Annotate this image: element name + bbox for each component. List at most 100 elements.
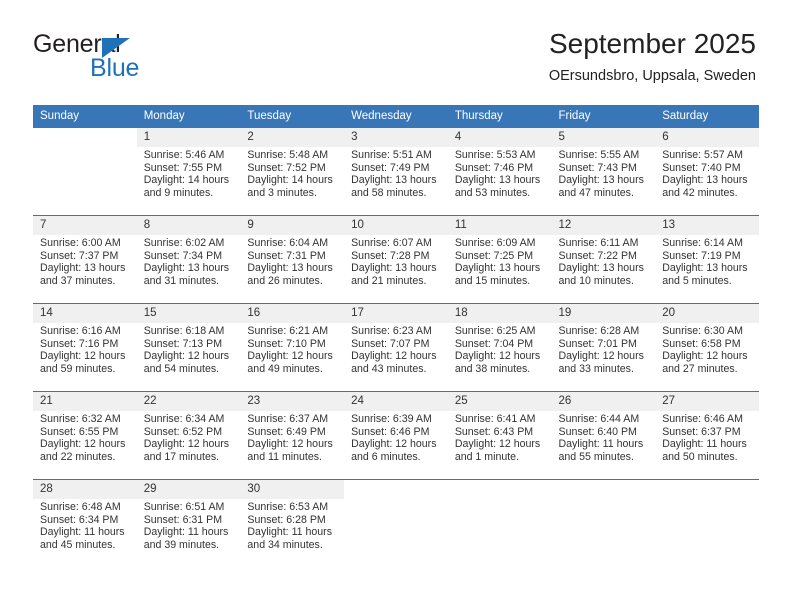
- day-number: 30: [240, 480, 345, 499]
- page-header: General Blue September 2025 OErsundsbro,…: [0, 0, 792, 105]
- sunrise-text: Sunrise: 6:09 AM: [454, 237, 536, 249]
- daylight-text-line2: and 58 minutes.: [351, 186, 427, 199]
- daylight-text-line1: Daylight: 12 hours: [40, 438, 126, 451]
- calendar-day-cell[interactable]: 17 Sunrise: 6:23 AM Sunset: 7:07 PM Dayligh…: [344, 303, 448, 392]
- daylight-text-line1: Daylight: 12 hours: [558, 350, 644, 363]
- day-details: Sunrise: 6:37 AM Sunset: 6:49 PM Daylight:…: [240, 411, 344, 463]
- day-number: 9: [240, 216, 345, 235]
- calendar-day-cell[interactable]: 29 Sunrise: 6:51 AM Sunset: 6:31 PM Dayligh…: [136, 479, 241, 568]
- calendar-day-cell[interactable]: 1 Sunrise: 5:46 AM Sunset: 7:55 PM Daylight…: [136, 127, 241, 216]
- sunrise-text: Sunrise: 6:04 AM: [247, 237, 329, 249]
- calendar-day-cell[interactable]: 5 Sunrise: 5:55 AM Sunset: 7:43 PM Daylight…: [551, 127, 656, 216]
- calendar-day-cell[interactable]: 8 Sunrise: 6:02 AM Sunset: 7:34 PM Daylight…: [136, 215, 241, 304]
- sunrise-text: Sunrise: 6:14 AM: [662, 237, 743, 249]
- day-details: Sunrise: 6:21 AM Sunset: 7:10 PM Daylight:…: [240, 323, 344, 375]
- calendar-day-cell[interactable]: 22 Sunrise: 6:34 AM Sunset: 6:52 PM Dayligh…: [136, 391, 241, 480]
- calendar-day-cell[interactable]: 14 Sunrise: 6:16 AM Sunset: 7:16 PM Dayligh…: [33, 303, 137, 392]
- calendar-day-cell[interactable]: 24 Sunrise: 6:39 AM Sunset: 6:46 PM Dayligh…: [344, 391, 448, 480]
- calendar-day-cell[interactable]: 3 Sunrise: 5:51 AM Sunset: 7:49 PM Daylight…: [344, 127, 448, 216]
- daylight-text-line2: and 27 minutes.: [662, 362, 738, 375]
- sunrise-text: Sunrise: 5:53 AM: [454, 149, 536, 161]
- sunset-text: Sunset: 7:19 PM: [662, 249, 741, 262]
- calendar-day-cell[interactable]: 12 Sunrise: 6:11 AM Sunset: 7:22 PM Dayligh…: [551, 215, 656, 304]
- day-number: 6: [655, 128, 759, 147]
- sunset-text: Sunset: 7:40 PM: [662, 161, 741, 174]
- calendar-day-cell[interactable]: 11 Sunrise: 6:09 AM Sunset: 7:25 PM Dayligh…: [447, 215, 552, 304]
- calendar-day-cell[interactable]: 27 Sunrise: 6:46 AM Sunset: 6:37 PM Dayligh…: [655, 391, 759, 480]
- day-details: Sunrise: 5:46 AM Sunset: 7:55 PM Daylight:…: [137, 147, 241, 199]
- daylight-text-line1: Daylight: 13 hours: [247, 262, 333, 275]
- calendar-day-cell[interactable]: 15 Sunrise: 6:18 AM Sunset: 7:13 PM Dayligh…: [136, 303, 241, 392]
- day-details: Sunrise: 6:46 AM Sunset: 6:37 PM Daylight:…: [655, 411, 759, 463]
- calendar-day-cell[interactable]: 25 Sunrise: 6:41 AM Sunset: 6:43 PM Dayligh…: [447, 391, 552, 480]
- sunrise-text: Sunrise: 6:23 AM: [351, 325, 432, 337]
- daylight-text-line2: and 1 minute.: [454, 450, 520, 463]
- day-details: Sunrise: 6:48 AM Sunset: 6:34 PM Daylight:…: [33, 499, 137, 551]
- sunset-text: Sunset: 7:22 PM: [558, 249, 637, 262]
- calendar-day-cell[interactable]: 4 Sunrise: 5:53 AM Sunset: 7:46 PM Daylight…: [447, 127, 552, 216]
- daylight-text-line2: and 49 minutes.: [247, 362, 323, 375]
- day-number: 10: [344, 216, 448, 235]
- calendar-day-cell[interactable]: 28 Sunrise: 6:48 AM Sunset: 6:34 PM Dayligh…: [33, 479, 137, 568]
- calendar-day-cell[interactable]: 6 Sunrise: 5:57 AM Sunset: 7:40 PM Daylight…: [655, 127, 759, 216]
- day-details: Sunrise: 6:39 AM Sunset: 6:46 PM Daylight:…: [344, 411, 448, 463]
- calendar-day-cell[interactable]: 9 Sunrise: 6:04 AM Sunset: 7:31 PM Daylight…: [240, 215, 345, 304]
- sunset-text: Sunset: 7:01 PM: [558, 337, 637, 350]
- title-block: September 2025 OErsundsbro, Uppsala, Swe…: [549, 26, 756, 86]
- day-number: 26: [551, 392, 656, 411]
- day-details: Sunrise: 5:48 AM Sunset: 7:52 PM Daylight:…: [240, 147, 344, 199]
- sunrise-text: Sunrise: 6:00 AM: [40, 237, 121, 249]
- day-number: 25: [447, 392, 552, 411]
- calendar-day-cell[interactable]: 21 Sunrise: 6:32 AM Sunset: 6:55 PM Dayligh…: [33, 391, 137, 480]
- calendar-header-row: Sunday Monday Tuesday Wednesday Thursday…: [33, 105, 759, 128]
- daylight-text-line1: Daylight: 12 hours: [247, 350, 333, 363]
- day-number: 11: [447, 216, 552, 235]
- calendar-day-cell[interactable]: 20 Sunrise: 6:30 AM Sunset: 6:58 PM Dayligh…: [655, 303, 759, 392]
- sunset-text: Sunset: 6:55 PM: [40, 425, 119, 438]
- general-blue-logo[interactable]: General Blue: [33, 30, 183, 90]
- daylight-text-line2: and 21 minutes.: [351, 274, 427, 287]
- sunset-text: Sunset: 7:04 PM: [454, 337, 534, 350]
- calendar-day-cell[interactable]: 19 Sunrise: 6:28 AM Sunset: 7:01 PM Dayligh…: [551, 303, 656, 392]
- calendar-week-row: 28 Sunrise: 6:48 AM Sunset: 6:34 PM Dayligh…: [33, 479, 759, 568]
- page-subtitle: OErsundsbro, Uppsala, Sweden: [548, 68, 756, 84]
- day-number: 17: [344, 304, 448, 323]
- calendar-day-cell[interactable]: 2 Sunrise: 5:48 AM Sunset: 7:52 PM Daylight…: [240, 127, 345, 216]
- daylight-text-line2: and 37 minutes.: [40, 274, 116, 287]
- calendar-day-cell[interactable]: 18 Sunrise: 6:25 AM Sunset: 7:04 PM Dayligh…: [447, 303, 552, 392]
- calendar-day-cell[interactable]: 10 Sunrise: 6:07 AM Sunset: 7:28 PM Dayligh…: [344, 215, 448, 304]
- logo-text-blue: Blue: [90, 54, 140, 82]
- day-details: Sunrise: 6:00 AM Sunset: 7:37 PM Daylight:…: [33, 235, 137, 287]
- sunrise-text: Sunrise: 6:32 AM: [40, 413, 121, 425]
- sunset-text: Sunset: 7:31 PM: [247, 249, 326, 262]
- sunset-text: Sunset: 7:34 PM: [143, 249, 223, 262]
- calendar-day-cell[interactable]: 23 Sunrise: 6:37 AM Sunset: 6:49 PM Dayligh…: [240, 391, 345, 480]
- calendar-day-cell[interactable]: 30 Sunrise: 6:53 AM Sunset: 6:28 PM Dayligh…: [240, 479, 345, 568]
- calendar-week-row: 14 Sunrise: 6:16 AM Sunset: 7:16 PM Dayligh…: [33, 303, 759, 392]
- calendar-day-cell[interactable]: 7 Sunrise: 6:00 AM Sunset: 7:37 PM Daylight…: [33, 215, 137, 304]
- weekday-header-friday: Friday: [551, 105, 656, 128]
- sunrise-text: Sunrise: 6:44 AM: [558, 413, 640, 425]
- day-number: 3: [344, 128, 448, 147]
- day-details: Sunrise: 6:53 AM Sunset: 6:28 PM Daylight:…: [240, 499, 344, 551]
- sunset-text: Sunset: 6:40 PM: [558, 425, 637, 438]
- day-number: 15: [136, 304, 241, 323]
- day-number: 27: [655, 392, 759, 411]
- sunrise-text: Sunrise: 6:48 AM: [40, 501, 121, 513]
- calendar-day-cell[interactable]: 26 Sunrise: 6:44 AM Sunset: 6:40 PM Dayligh…: [551, 391, 656, 480]
- daylight-text-line2: and 5 minutes.: [662, 274, 732, 287]
- sunrise-text: Sunrise: 5:51 AM: [351, 149, 432, 161]
- daylight-text-line2: and 38 minutes.: [454, 362, 531, 375]
- day-details: Sunrise: 6:51 AM Sunset: 6:31 PM Daylight:…: [137, 499, 241, 551]
- calendar-day-cell[interactable]: 16 Sunrise: 6:21 AM Sunset: 7:10 PM Dayligh…: [240, 303, 345, 392]
- sunset-text: Sunset: 7:52 PM: [247, 161, 326, 174]
- daylight-text-line1: Daylight: 13 hours: [351, 262, 437, 275]
- sunrise-text: Sunrise: 6:53 AM: [247, 501, 329, 513]
- day-details: Sunrise: 6:16 AM Sunset: 7:16 PM Daylight:…: [33, 323, 137, 375]
- sunrise-text: Sunrise: 6:11 AM: [558, 237, 639, 249]
- daylight-text-line2: and 26 minutes.: [247, 274, 323, 287]
- daylight-text-line1: Daylight: 14 hours: [247, 174, 333, 187]
- calendar-day-cell[interactable]: 13 Sunrise: 6:14 AM Sunset: 7:19 PM Dayligh…: [655, 215, 759, 304]
- daylight-text-line2: and 53 minutes.: [454, 186, 531, 199]
- daylight-text-line2: and 59 minutes.: [40, 362, 116, 375]
